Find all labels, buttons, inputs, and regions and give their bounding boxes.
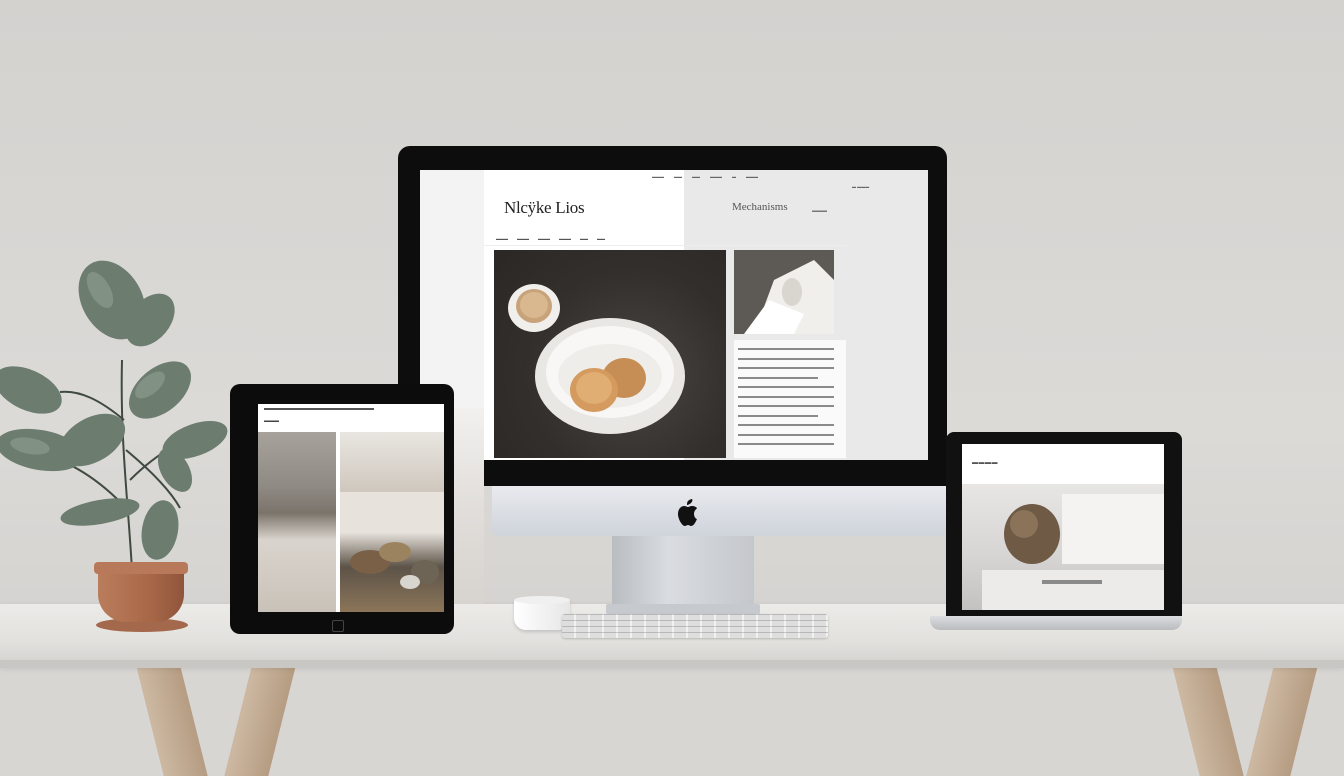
laptop-page-label: ▬▬▬▬ xyxy=(972,460,998,466)
thumbnail-image[interactable] xyxy=(734,250,834,334)
search-link[interactable]: ▬ ▬▬▬ xyxy=(852,184,869,189)
plant-pot-rim xyxy=(94,562,188,574)
ipad-page-label: ▬▬▬ xyxy=(264,418,279,424)
laptop-base xyxy=(930,616,1182,630)
laptop-screen: ▬▬▬▬ xyxy=(962,444,1164,610)
header-tagline: Mechanisms xyxy=(732,201,788,213)
category-navigation[interactable]: ▬▬▬ ▬▬▬ ▬▬▬ ▬▬▬ ▬▬ ▬▬ xyxy=(496,236,682,244)
category-link[interactable]: ▬▬ xyxy=(580,236,588,244)
imac-chin xyxy=(492,486,946,536)
category-link[interactable]: ▬▬▬ xyxy=(538,236,550,244)
plant-pot xyxy=(98,566,184,622)
nav-link[interactable]: ▬▬▬ xyxy=(652,174,664,184)
category-link[interactable]: ▬▬▬ xyxy=(517,236,529,244)
apple-logo-icon xyxy=(678,499,697,526)
text-line xyxy=(738,386,834,388)
text-line xyxy=(738,395,834,398)
nav-link[interactable]: ▬ xyxy=(732,174,736,184)
ipad-home-button[interactable] xyxy=(332,620,344,632)
nav-link[interactable]: ▬▬ xyxy=(692,174,700,184)
category-link[interactable]: ▬▬▬ xyxy=(496,236,508,244)
gallery-image[interactable] xyxy=(258,432,336,612)
site-title[interactable]: Nlcÿke Lios xyxy=(504,198,585,218)
nav-link[interactable]: ▬▬▬ xyxy=(710,174,722,184)
category-link[interactable]: ▬▬▬ xyxy=(559,236,571,244)
gallery-image[interactable] xyxy=(340,432,444,612)
text-line xyxy=(738,414,818,417)
text-line xyxy=(738,443,834,445)
desk-leg xyxy=(1246,666,1318,776)
keyboard[interactable] xyxy=(562,614,828,638)
text-line xyxy=(738,433,834,436)
desk-leg xyxy=(224,666,296,776)
potted-plant xyxy=(0,260,228,571)
desk-leg xyxy=(1172,666,1244,776)
text-line xyxy=(738,348,834,350)
imac-stand xyxy=(612,536,754,612)
imac-stand-foot xyxy=(606,604,760,614)
desk-leg xyxy=(136,666,208,776)
hero-image[interactable] xyxy=(494,250,726,458)
nav-link[interactable]: ▬▬ xyxy=(674,174,682,184)
text-line xyxy=(738,357,834,360)
text-line xyxy=(738,424,834,426)
desk-edge xyxy=(0,660,1344,668)
article-excerpt xyxy=(734,340,846,458)
nav-link[interactable]: ▬▬▬ xyxy=(746,174,758,184)
header-subtext: ▬▬▬ xyxy=(812,208,827,214)
ipad-screen: ▬▬▬ xyxy=(258,404,444,612)
divider xyxy=(484,245,846,246)
top-navigation[interactable]: ▬▬▬ ▬▬ ▬▬ ▬▬▬ ▬ ▬▬▬ xyxy=(652,174,922,184)
text-line xyxy=(738,376,818,379)
text-line xyxy=(738,367,834,369)
laptop-hero-image[interactable] xyxy=(962,484,1164,610)
coffee-cup-rim xyxy=(514,596,570,604)
text-line xyxy=(738,405,834,407)
ipad-header-rule xyxy=(264,408,374,410)
category-link[interactable]: ▬▬ xyxy=(597,236,605,244)
imac-screen: ▬▬▬ ▬▬ ▬▬ ▬▬▬ ▬ ▬▬▬ ▬ ▬▬▬ Nlcÿke Lios Me… xyxy=(420,170,928,460)
